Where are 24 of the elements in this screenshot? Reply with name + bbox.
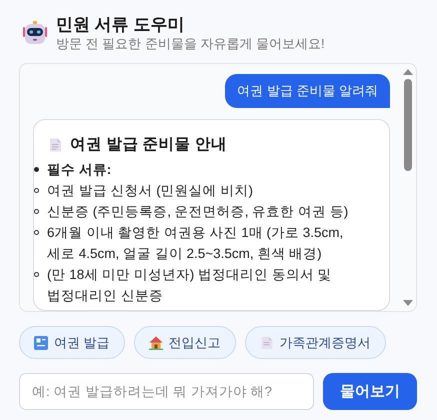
quick-reply-chip[interactable]: 가족관계증명서 [244,326,386,359]
ask-button[interactable]: 물어보기 [323,373,417,410]
bullet-icon [34,209,39,214]
list-item: 여권 발급 신청서 (민원실에 비치) [47,182,253,200]
bullet-icon [34,188,39,193]
house-icon [148,336,163,350]
list-item: 6개월 이내 촬영한 여권용 사진 1매 (가로 3.5cm, 세로 4.5cm, 얼굴 길이 2.5~3.5cm, 흰색 배경) [47,224,344,263]
app-subtitle: 방문 전 필요한 준비물을 자유롭게 물어보세요! [56,34,325,52]
document-icon [260,336,274,350]
quick-reply-chip[interactable]: 여권 발급 [19,326,125,359]
user-message: 여권 발급 준비물 알려줘 [225,74,390,108]
section-heading: 필수 서류: [47,161,112,179]
quick-reply-chip[interactable]: 전입신고 [134,326,236,359]
bullet-icon [34,167,39,172]
bullet-icon [34,230,39,235]
answer-title: 여권 발급 준비물 안내 [70,135,227,155]
passport-icon [34,336,48,350]
app-title: 민원 서류 도우미 [56,14,186,34]
list-item: (만 18세 미만 미성년자) 법정대리인 동의서 및 법정대리인 신분증 [47,266,333,305]
document-icon [49,136,62,152]
bullet-icon [34,272,39,277]
question-input[interactable]: 예: 여권 발급하려는데 뭐 가져가야 해? [19,373,314,410]
robot-icon [22,21,48,45]
list-item: 신분증 (주민등록증, 운전면허증, 유효한 여권 등) [47,203,348,221]
